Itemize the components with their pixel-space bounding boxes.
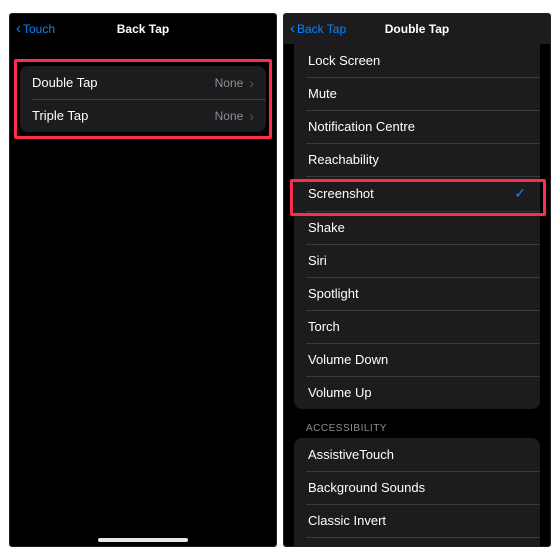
row-value: None bbox=[215, 109, 244, 123]
option-label: AssistiveTouch bbox=[308, 447, 526, 462]
content: Lock Screen Mute Notification Centre Reacha… bbox=[284, 44, 550, 546]
chevron-left-icon: ‹ bbox=[16, 21, 21, 36]
option-label: Notification Centre bbox=[308, 119, 526, 134]
screenshot-right: ‹ Back Tap Double Tap Lock Screen Mute Not… bbox=[284, 14, 550, 546]
checkmark-icon: ✓ bbox=[514, 185, 526, 202]
chevron-right-icon: › bbox=[249, 76, 254, 90]
option-label: Shake bbox=[308, 220, 526, 235]
settings-group: Double TapNone›Triple TapNone› bbox=[20, 66, 266, 132]
option-label: Reachability bbox=[308, 152, 526, 167]
back-label: Touch bbox=[23, 22, 55, 36]
row-label: Triple Tap bbox=[32, 108, 215, 123]
option-spotlight[interactable]: Spotlight bbox=[294, 277, 540, 310]
options-group-1: Lock Screen Mute Notification Centre Reacha… bbox=[294, 44, 540, 409]
row-label: Double Tap bbox=[32, 75, 215, 90]
option-torch[interactable]: Torch bbox=[294, 310, 540, 343]
navbar: ‹ Back Tap Double Tap bbox=[284, 14, 550, 44]
option-siri[interactable]: Siri bbox=[294, 244, 540, 277]
option-label: Torch bbox=[308, 319, 526, 334]
option-label: Screenshot bbox=[308, 186, 514, 201]
home-indicator[interactable] bbox=[98, 538, 188, 542]
row-value: None bbox=[215, 76, 244, 90]
back-button[interactable]: ‹ Back Tap bbox=[290, 22, 346, 36]
back-label: Back Tap bbox=[297, 22, 346, 36]
back-button[interactable]: ‹ Touch bbox=[16, 22, 55, 36]
option-reachability[interactable]: Reachability bbox=[294, 143, 540, 176]
option-label: Lock Screen bbox=[308, 53, 526, 68]
option-label: Classic Invert bbox=[308, 513, 526, 528]
option-label: Siri bbox=[308, 253, 526, 268]
setting-row-triple-tap[interactable]: Triple TapNone › bbox=[20, 99, 266, 132]
option-label: Volume Down bbox=[308, 352, 526, 367]
option-lock-screen[interactable]: Lock Screen bbox=[294, 44, 540, 77]
content: Double TapNone›Triple TapNone› bbox=[10, 44, 276, 546]
option-label: Background Sounds bbox=[308, 480, 526, 495]
option-volume-down[interactable]: Volume Down bbox=[294, 343, 540, 376]
option-classic-invert[interactable]: Classic Invert bbox=[294, 504, 540, 537]
option-mute[interactable]: Mute bbox=[294, 77, 540, 110]
section-header: ACCESSIBILITY bbox=[284, 409, 550, 438]
option-label: Volume Up bbox=[308, 385, 526, 400]
option-assistivetouch[interactable]: AssistiveTouch bbox=[294, 438, 540, 471]
setting-row-double-tap[interactable]: Double TapNone › bbox=[20, 66, 266, 99]
option-colour-filters[interactable]: Colour Filters bbox=[294, 537, 540, 546]
option-label: Spotlight bbox=[308, 286, 526, 301]
screenshot-left: ‹ Touch Back Tap Double TapNone›Triple T… bbox=[10, 14, 276, 546]
option-background-sounds[interactable]: Background Sounds bbox=[294, 471, 540, 504]
chevron-left-icon: ‹ bbox=[290, 21, 295, 36]
option-volume-up[interactable]: Volume Up bbox=[294, 376, 540, 409]
options-group-2: AssistiveTouch Background Sounds Classic I… bbox=[294, 438, 540, 546]
option-label: Mute bbox=[308, 86, 526, 101]
navbar: ‹ Touch Back Tap bbox=[10, 14, 276, 44]
chevron-right-icon: › bbox=[249, 109, 254, 123]
option-notification-centre[interactable]: Notification Centre bbox=[294, 110, 540, 143]
option-shake[interactable]: Shake bbox=[294, 211, 540, 244]
option-screenshot[interactable]: Screenshot✓ bbox=[294, 176, 540, 211]
